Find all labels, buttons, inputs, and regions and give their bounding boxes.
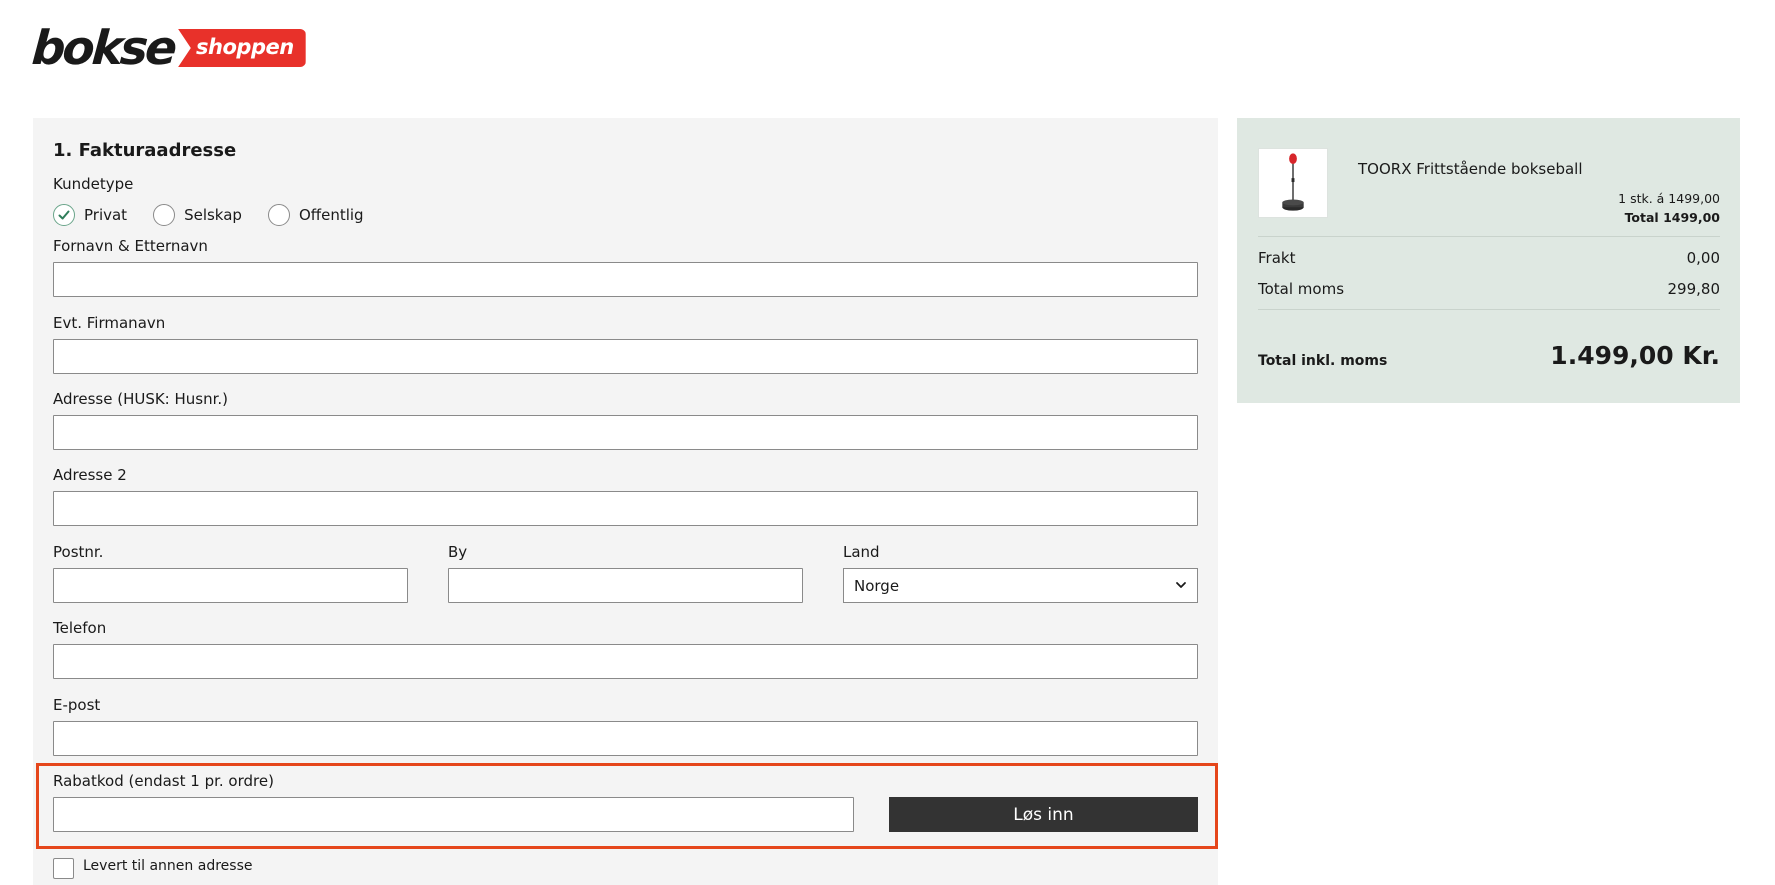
radio-label: Privat (84, 206, 128, 224)
radio-privat[interactable]: Privat (53, 204, 127, 226)
product-thumbnail[interactable] (1258, 148, 1328, 218)
customer-type-group: Privat Selskap Offentlig (53, 204, 390, 226)
vat-value: 299,80 (1667, 280, 1721, 298)
radio-selskap[interactable]: Selskap (153, 204, 242, 226)
zip-input[interactable] (53, 568, 408, 603)
other-address-label: Levert til annen adresse (83, 858, 253, 874)
vat-label: Total moms (1258, 280, 1345, 298)
logo-text-bokse: bokse (30, 20, 176, 76)
phone-input[interactable] (53, 644, 1198, 679)
radio-checked-icon (53, 204, 75, 226)
phone-label: Telefon (53, 619, 107, 637)
city-label: By (448, 543, 468, 561)
radio-label: Selskap (184, 206, 242, 224)
shipping-label: Frakt (1258, 249, 1296, 267)
site-logo[interactable]: bokse shoppen (30, 20, 306, 76)
total-value: 1.499,00 Kr. (1550, 341, 1720, 370)
email-input[interactable] (53, 721, 1198, 756)
logo-text-shoppen: shoppen (178, 28, 306, 68)
country-select-value: Norge (854, 576, 900, 595)
country-label: Land (843, 543, 880, 561)
radio-unchecked-icon (153, 204, 176, 226)
section-title: 1. Fakturaadresse (53, 140, 237, 161)
address2-label: Adresse 2 (53, 466, 127, 484)
radio-offentlig[interactable]: Offentlig (267, 204, 364, 226)
address-input[interactable] (53, 415, 1198, 450)
divider (1258, 309, 1720, 310)
country-select[interactable]: Norge (843, 568, 1198, 603)
radio-label: Offentlig (298, 206, 364, 224)
name-input[interactable] (53, 262, 1198, 297)
product-qty-price: 1 stk. á 1499,00 (1618, 191, 1720, 206)
customer-type-label: Kundetype (53, 175, 134, 193)
discount-highlight-frame (36, 763, 1218, 849)
radio-unchecked-icon (267, 204, 290, 226)
product-name[interactable]: TOORX Frittstående bokseball (1358, 160, 1583, 178)
zip-label: Postnr. (53, 543, 104, 561)
shipping-value: 0,00 (1686, 249, 1720, 267)
company-input[interactable] (53, 339, 1198, 374)
address2-input[interactable] (53, 491, 1198, 526)
company-label: Evt. Firmanavn (53, 314, 166, 332)
divider (1258, 236, 1720, 237)
punching-ball-icon (1282, 153, 1304, 211)
address-label: Adresse (HUSK: Husnr.) (53, 390, 229, 408)
total-label: Total inkl. moms (1258, 353, 1388, 369)
name-label: Fornavn & Etternavn (53, 237, 208, 255)
city-input[interactable] (448, 568, 803, 603)
other-address-checkbox[interactable] (53, 858, 74, 879)
product-line-total: Total 1499,00 (1624, 210, 1720, 225)
order-summary: TOORX Frittstående bokseball 1 stk. á 14… (1237, 118, 1740, 403)
email-label: E-post (53, 696, 101, 714)
chevron-down-icon (1175, 577, 1187, 595)
